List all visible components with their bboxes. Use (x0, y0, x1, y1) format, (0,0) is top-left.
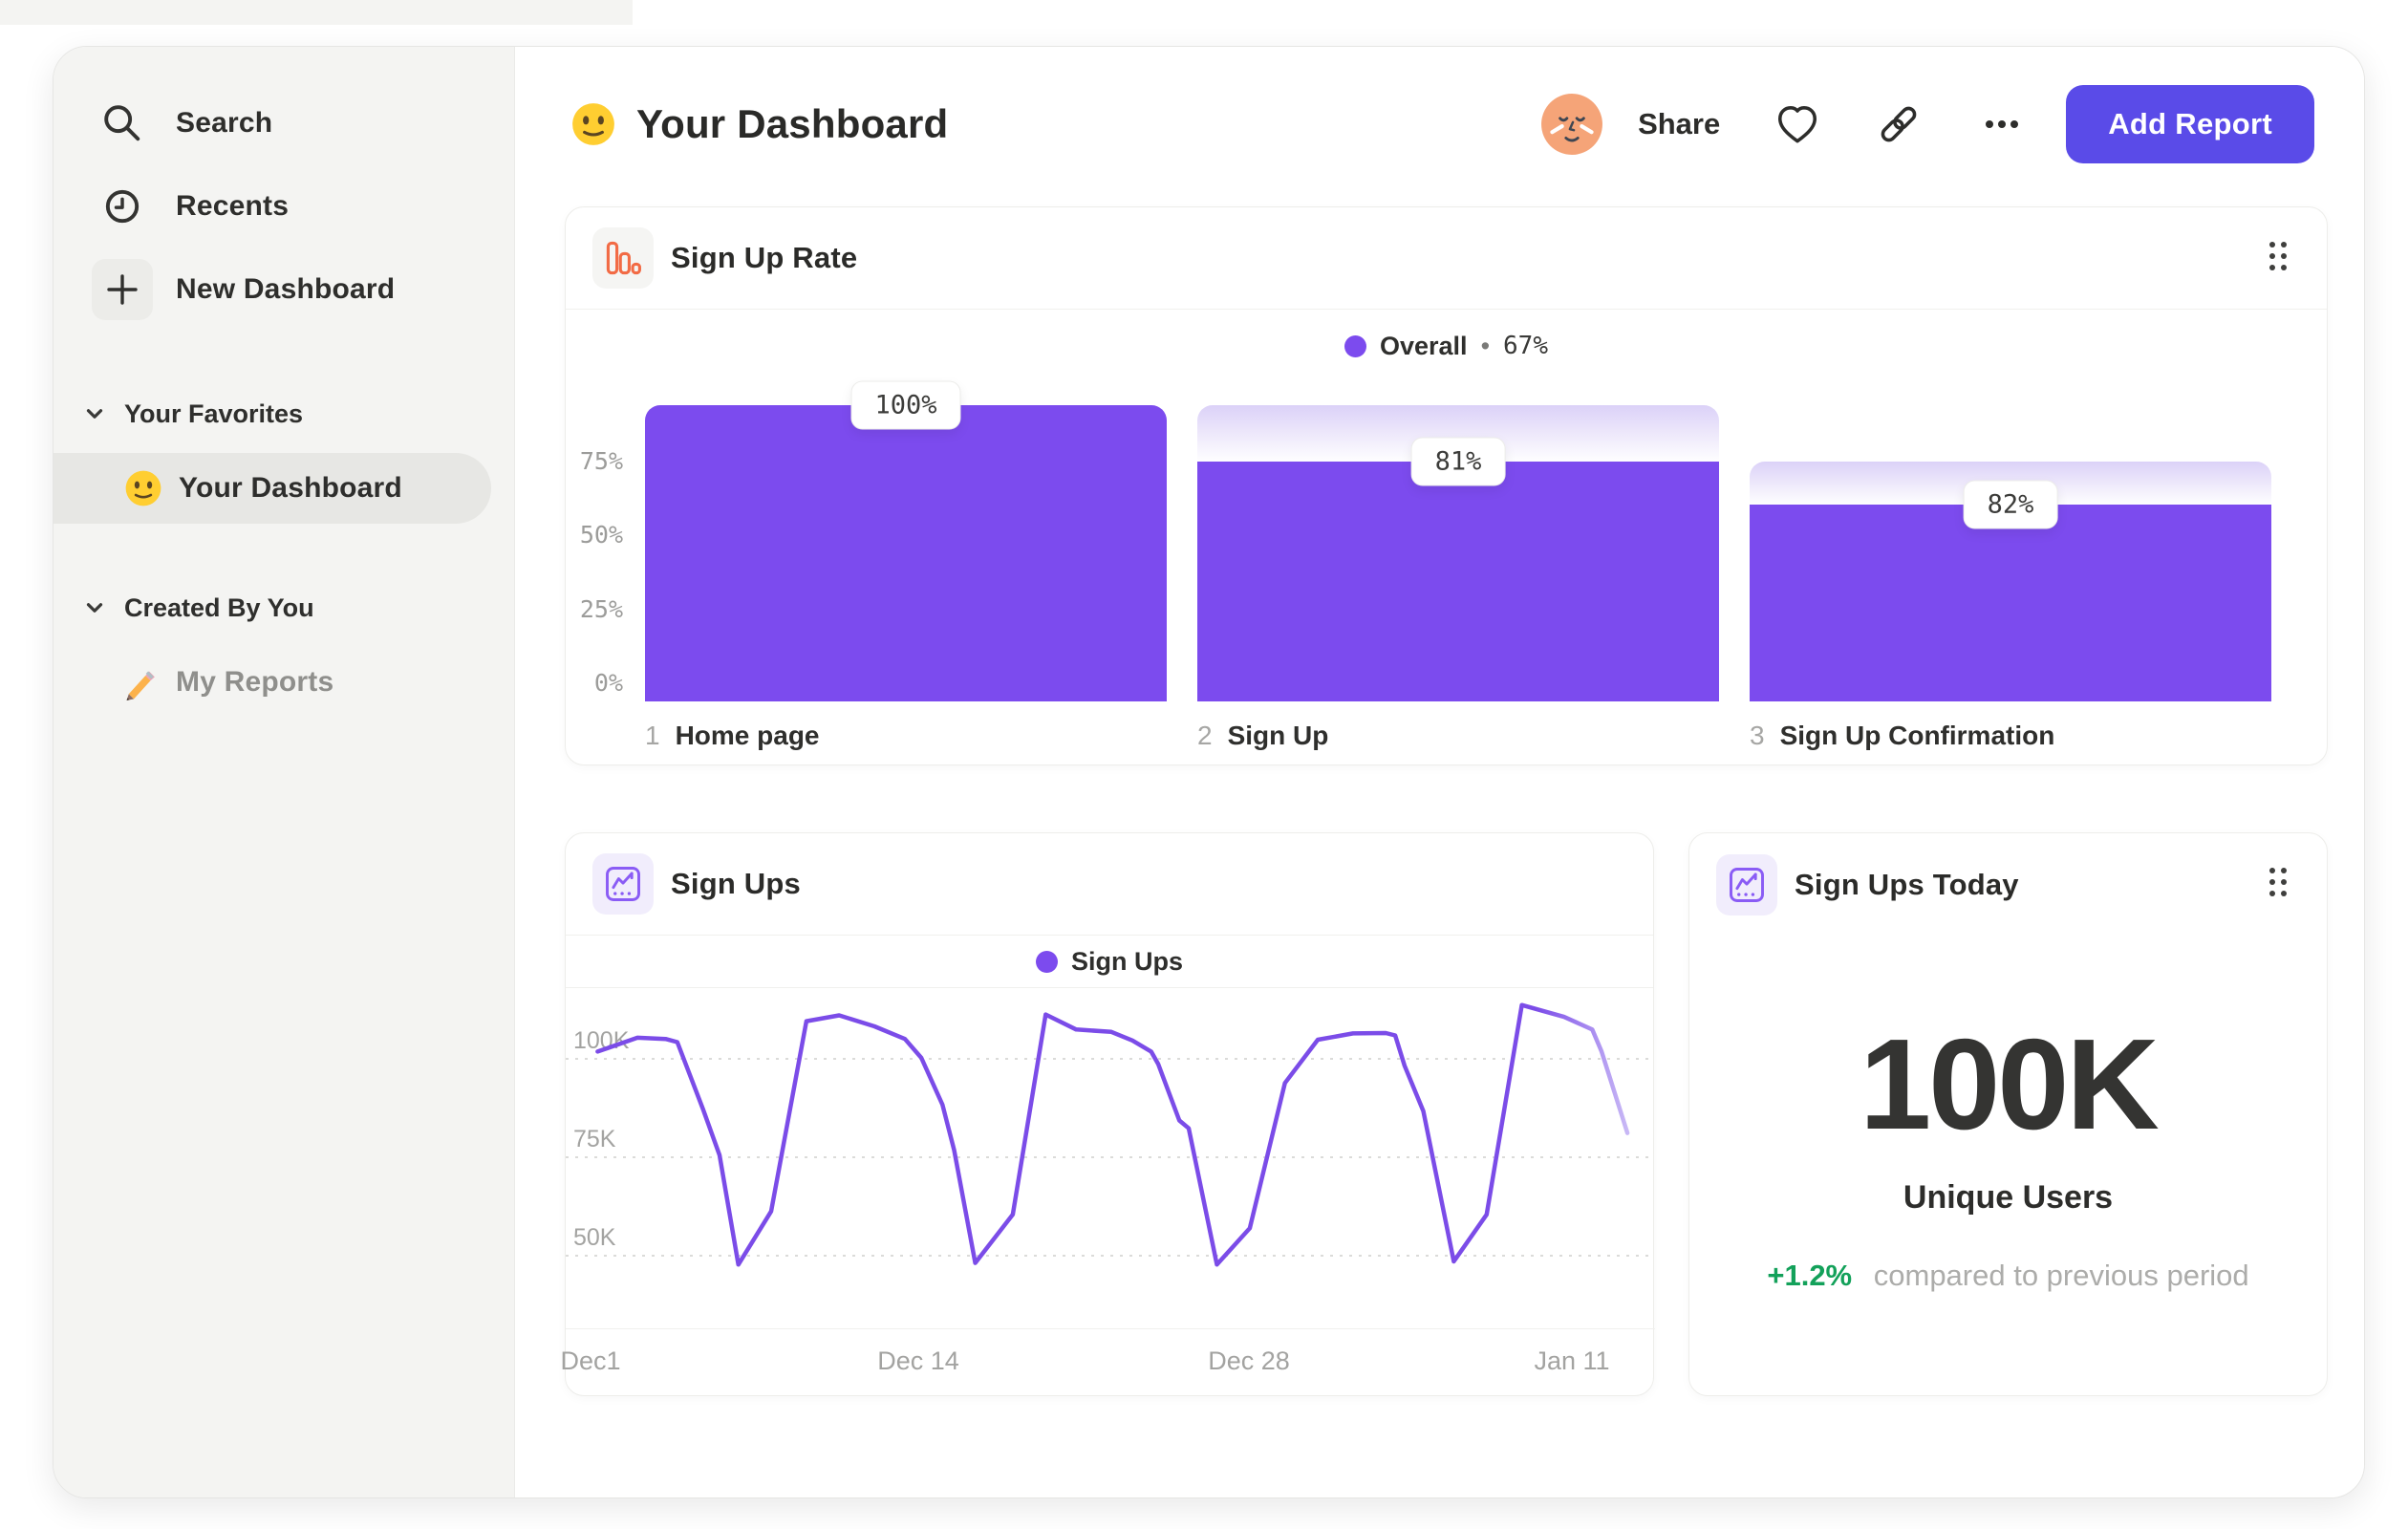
legend-dot (1035, 950, 1058, 973)
sidebar-item-my-reports[interactable]: My Reports (120, 649, 333, 716)
x-axis-tick-label: Jan 11 (1534, 1346, 1610, 1375)
line-chart-icon (592, 853, 654, 915)
stat-delta: +1.2% (1767, 1259, 1853, 1292)
funnel-bar-value (1750, 505, 2271, 701)
stat-value: 100K (1860, 1012, 2160, 1156)
step-number: 2 (1197, 721, 1213, 750)
sidebar-item-label: Recents (176, 190, 290, 222)
card-title: Sign Ups (671, 867, 801, 900)
drag-handle-icon[interactable] (2256, 855, 2300, 914)
share-button[interactable]: Share (1638, 107, 1720, 141)
line-chart-icon (1716, 853, 1777, 915)
avatar[interactable] (1540, 93, 1603, 156)
funnel-x-label: 1 Home page (645, 721, 820, 751)
funnel-y-tick: 25% (579, 595, 623, 623)
step-name: Sign Up Confirmation (1779, 721, 2055, 750)
bar-value-label: 100% (850, 380, 961, 430)
x-axis-tick-label: Dec 14 (877, 1346, 959, 1375)
clock-icon (92, 182, 153, 231)
more-options-icon[interactable] (1976, 100, 2028, 148)
card-header: Sign Ups (566, 833, 1653, 936)
card-sign-up-rate: Sign Up Rate Overall • 67% 100% 81% 82% 1 Ho… (565, 206, 2328, 765)
plus-icon (92, 259, 153, 320)
y-axis-tick-label: 50K (573, 1224, 616, 1251)
stat-subtitle: Unique Users (1903, 1179, 2114, 1216)
sidebar: Search Recents New Dashboard Your Favori… (54, 47, 515, 1497)
legend-value: 67% (1503, 332, 1548, 360)
chevron-down-icon (82, 401, 107, 426)
sidebar-item-label: New Dashboard (176, 273, 396, 305)
line-chart-x-axis: Dec1 Dec 14 Dec 28 Jan 11 (560, 1329, 1653, 1394)
section-title: Created By You (124, 592, 314, 622)
stat-delta-row: +1.2% compared to previous period (1689, 1259, 2327, 1293)
sidebar-section-created-by-you[interactable]: Created By You (82, 583, 314, 633)
bar-chart-icon (592, 227, 654, 289)
sidebar-item-new-dashboard[interactable]: New Dashboard (92, 259, 395, 320)
funnel-y-tick: 75% (579, 447, 623, 475)
page-title: Your Dashboard (636, 101, 949, 146)
add-report-button[interactable]: Add Report (2066, 85, 2314, 163)
card-header: Sign Up Rate (566, 207, 2327, 310)
line-legend[interactable]: Sign Ups (566, 936, 1653, 988)
legend-separator: • (1480, 331, 1491, 360)
step-number: 3 (1750, 721, 1765, 750)
favorite-heart-icon[interactable] (1774, 100, 1821, 148)
bar-value-label: 81% (1410, 437, 1506, 486)
screen: Search Recents New Dashboard Your Favori… (0, 0, 2408, 1529)
dashboard-header: Your Dashboard Share Add Report (570, 85, 2314, 163)
funnel-y-tick: 0% (593, 669, 623, 697)
funnel-bar-3[interactable]: 82% (1750, 462, 2271, 701)
sidebar-item-search[interactable]: Search (92, 93, 272, 154)
step-name: Sign Up (1227, 721, 1329, 750)
y-axis-tick-label: 75K (573, 1126, 616, 1152)
funnel-y-tick: 50% (579, 521, 623, 549)
step-number: 1 (645, 721, 660, 750)
step-name: Home page (675, 721, 820, 750)
card-sign-ups-today: Sign Ups Today 100K Unique Users +1.2% c… (1688, 832, 2328, 1396)
sidebar-item-recents[interactable]: Recents (92, 176, 289, 237)
funnel-plot-area: 100% 81% 82% (645, 380, 2271, 701)
funnel-bar-2[interactable]: 81% (1197, 405, 1719, 701)
main-content: Your Dashboard Share Add Report Sign Up … (515, 47, 2364, 1497)
drag-handle-icon[interactable] (2256, 229, 2300, 288)
funnel-bar-1[interactable]: 100% (645, 380, 1167, 701)
sidebar-item-label: Your Dashboard (179, 472, 402, 504)
funnel-x-label: 2 Sign Up (1197, 721, 1328, 751)
copy-link-icon[interactable] (1875, 100, 1923, 148)
header-actions: Share Add Report (1540, 85, 2314, 163)
pencil-emoji (120, 662, 161, 702)
section-title: Your Favorites (124, 398, 304, 428)
sidebar-section-your-favorites[interactable]: Your Favorites (82, 389, 303, 439)
funnel-bar-value (1197, 462, 1719, 701)
card-title: Sign Ups Today (1795, 867, 2019, 901)
legend-dot (1344, 334, 1366, 357)
funnel-x-label: 3 Sign Up Confirmation (1750, 721, 2054, 751)
line-series-sign-ups[interactable] (595, 1002, 1630, 1267)
x-axis-tick-label: Dec1 (560, 1346, 621, 1375)
chevron-down-icon (82, 595, 107, 620)
x-axis-tick-label: Dec 28 (1208, 1346, 1290, 1375)
slightly-smiling-face-emoji (123, 468, 163, 508)
app-window: Search Recents New Dashboard Your Favori… (53, 46, 2365, 1498)
stat-delta-note: compared to previous period (1873, 1259, 2249, 1292)
sidebar-item-your-dashboard[interactable]: Your Dashboard (123, 453, 402, 524)
card-title: Sign Up Rate (671, 241, 858, 274)
top-strip (0, 0, 633, 25)
legend-series-name: Overall (1380, 331, 1468, 360)
slightly-smiling-face-emoji (570, 100, 617, 148)
search-icon (92, 98, 153, 148)
funnel-bar-value (645, 405, 1167, 701)
line-chart-plot[interactable]: 100K 75K 50K (566, 988, 1655, 1329)
bar-value-label: 82% (1963, 480, 2058, 529)
legend-series-name: Sign Ups (1070, 946, 1183, 976)
sidebar-item-label: Search (176, 107, 273, 139)
funnel-legend[interactable]: Overall • 67% (566, 322, 2327, 370)
card-sign-ups: Sign Ups Sign Ups 100K 75K 50K Dec1 Dec 14 D… (560, 832, 1655, 1396)
sidebar-item-label: My Reports (176, 666, 334, 698)
card-header: Sign Ups Today (1689, 833, 2327, 936)
